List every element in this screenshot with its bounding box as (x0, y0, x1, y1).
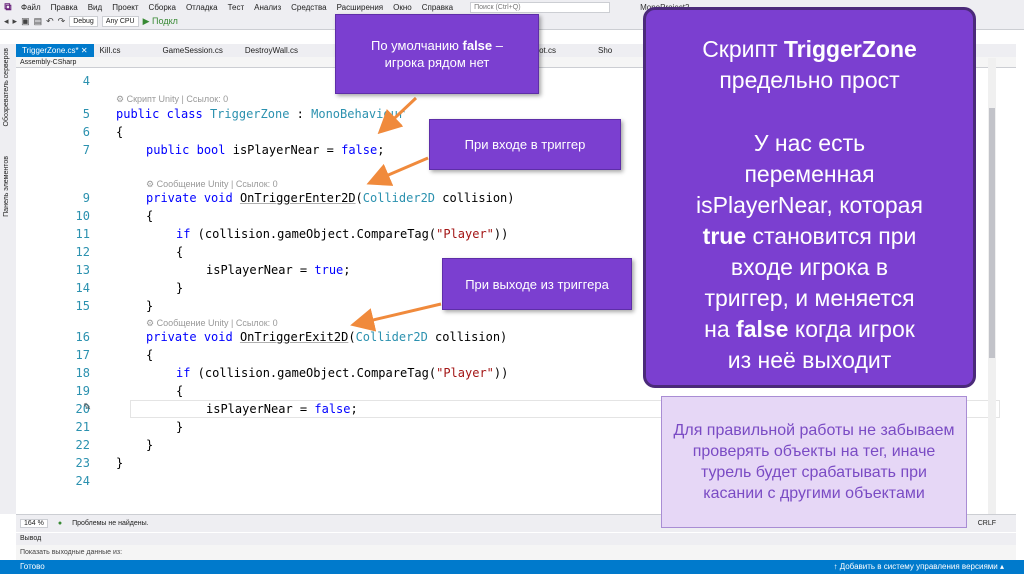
code-text: { (176, 245, 184, 259)
edit-pencil-icon: ✎ (83, 402, 92, 413)
status-bar: Готово ↑ Добавить в систему управления в… (0, 560, 1024, 574)
tab-kill[interactable]: Kill.cs (94, 44, 127, 57)
redo-icon[interactable]: ↷ (58, 16, 66, 27)
platform-select[interactable]: Any CPU (101, 16, 139, 27)
line-number: 4 (82, 74, 90, 88)
callout-on-enter: При входе в триггер (429, 119, 621, 170)
line-number: 18 (75, 366, 90, 380)
explanation-panel: Скрипт TriggerZone предельно прост У нас… (643, 7, 976, 388)
callout-default-false: По умолчанию false – игрока рядом нет (335, 14, 539, 94)
vertical-scrollbar[interactable] (988, 58, 996, 514)
server-explorer-tab[interactable]: Обозреватель серверов (3, 48, 10, 126)
line-number: 9 (82, 191, 90, 205)
menu-test[interactable]: Тест (223, 3, 250, 12)
code-text: } (116, 456, 124, 470)
tab-destroywall[interactable]: DestroyWall.cs (239, 44, 304, 57)
line-number: 22 (75, 438, 90, 452)
code-text: } (176, 281, 184, 295)
code-text: public bool isPlayerNear = false; (146, 143, 385, 157)
visual-studio-logo-icon: ⧉ (4, 1, 12, 13)
menu-extensions[interactable]: Расширения (332, 3, 389, 12)
line-number: 19 (75, 384, 90, 398)
menu-edit[interactable]: Правка (46, 3, 83, 12)
scrollbar-thumb[interactable] (989, 108, 995, 358)
output-panel-title: Вывод (16, 533, 1016, 545)
configuration-select[interactable]: Debug (69, 16, 98, 27)
codelens-script[interactable]: ⚙ Скрипт Unity | Ссылок: 0 (116, 93, 228, 105)
line-number: 10 (75, 209, 90, 223)
forward-icon[interactable]: ▸ (13, 16, 18, 27)
zoom-select[interactable]: 164 % (20, 519, 48, 528)
menu-view[interactable]: Вид (83, 3, 107, 12)
tab-triggerzone[interactable]: TriggerZone.cs* ✕ (16, 44, 94, 57)
code-text: { (176, 384, 184, 398)
menu-file[interactable]: Файл (16, 3, 46, 12)
line-number: 7 (82, 143, 90, 157)
tab-sho[interactable]: Sho (592, 44, 618, 57)
code-text: isPlayerNear = true; (206, 263, 351, 277)
status-ready: Готово (20, 562, 45, 571)
line-number: 21 (75, 420, 90, 434)
line-number: 23 (75, 456, 90, 470)
menu-analyze[interactable]: Анализ (249, 3, 286, 12)
side-tool-panel: Обозреватель серверов Панель элементов (0, 44, 16, 514)
save-icon[interactable]: ▤ (34, 16, 43, 27)
menu-build[interactable]: Сборка (144, 3, 181, 12)
menu-tools[interactable]: Средства (286, 3, 331, 12)
code-text: { (146, 348, 154, 362)
toolbox-tab[interactable]: Панель элементов (3, 156, 10, 217)
tab-gamesession[interactable]: GameSession.cs (156, 44, 228, 57)
line-number: 16 (75, 330, 90, 344)
line-number: 5 (82, 107, 90, 121)
menu-help[interactable]: Справка (417, 3, 458, 12)
search-input[interactable]: Поиск (Ctrl+Q) (470, 1, 611, 13)
menu-project[interactable]: Проект (107, 3, 143, 12)
line-number: 12 (75, 245, 90, 259)
undo-icon[interactable]: ↶ (46, 16, 54, 27)
code-text: { (116, 125, 124, 139)
code-text: private void OnTriggerExit2D(Collider2D … (146, 330, 508, 344)
project-name: Assembly-CSharp (20, 59, 77, 66)
code-text: public class TriggerZone : MonoBehaviour (116, 107, 406, 121)
line-number: 13 (75, 263, 90, 277)
line-number: 17 (75, 348, 90, 362)
code-text: { (146, 209, 154, 223)
line-number: 11 (75, 227, 90, 241)
tag-check-note: Для правильной работы не забываем провер… (661, 396, 967, 528)
line-number: 6 (82, 125, 90, 139)
line-number: 14 (75, 281, 90, 295)
code-text: } (146, 299, 154, 313)
line-number: 24 (75, 474, 90, 488)
check-circle-icon: ● (57, 520, 63, 527)
callout-on-exit: При выходе из триггера (442, 258, 632, 310)
code-text: private void OnTriggerEnter2D(Collider2D… (146, 191, 515, 205)
line-number: 15 (75, 299, 90, 313)
add-to-source-control-button[interactable]: ↑ Добавить в систему управления версиями… (834, 560, 1005, 574)
code-text: if (collision.gameObject.CompareTag("Pla… (176, 227, 509, 241)
code-text: } (176, 420, 184, 434)
problems-status[interactable]: Проблемы не найдены. (72, 520, 148, 527)
code-text: } (146, 438, 154, 452)
line-ending-indicator[interactable]: CRLF (978, 520, 996, 527)
attach-button[interactable]: ▶ Подкл (143, 16, 178, 27)
menu-debug[interactable]: Отладка (181, 3, 223, 12)
output-panel-body[interactable]: Показать выходные данные из: (16, 545, 1016, 560)
back-icon[interactable]: ◂ (4, 16, 9, 27)
menu-window[interactable]: Окно (388, 3, 417, 12)
code-text: if (collision.gameObject.CompareTag("Pla… (176, 366, 509, 380)
new-item-icon[interactable]: ▣ (21, 16, 30, 27)
